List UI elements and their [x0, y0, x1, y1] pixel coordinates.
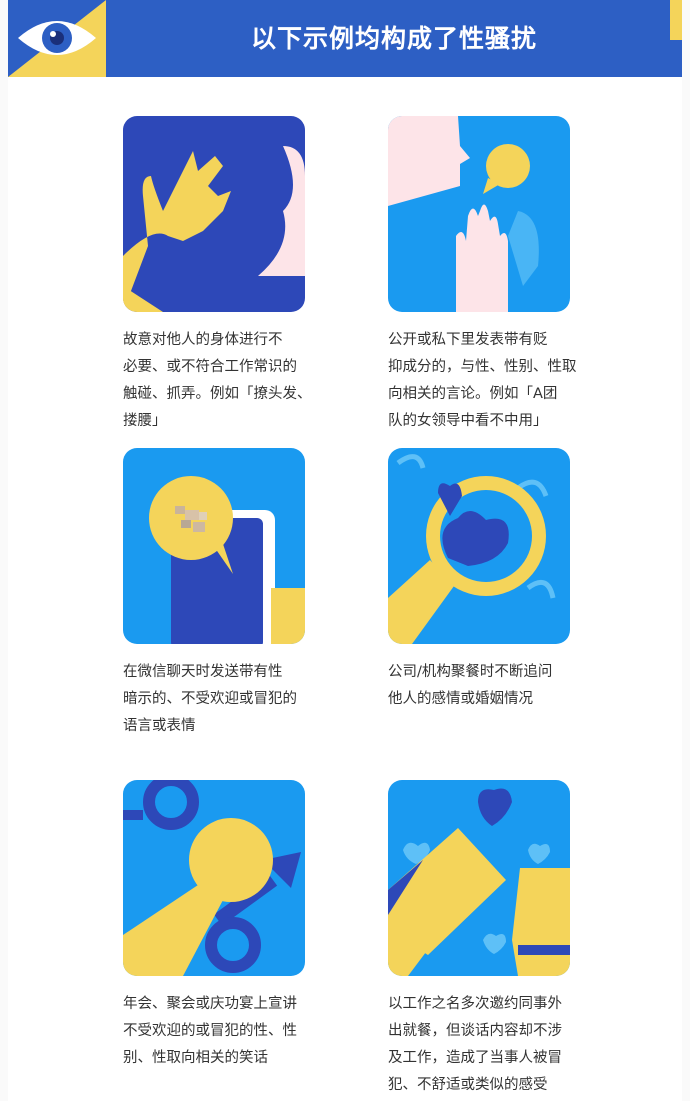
magnifier-heart-icon	[388, 448, 570, 644]
chat-phone-icon	[123, 448, 305, 644]
eye-icon-box	[8, 0, 106, 77]
page-title: 以下示例均构成了性骚扰	[250, 24, 537, 53]
corner-decoration	[670, 0, 682, 40]
magnifier-heart-card	[388, 448, 570, 644]
example-caption-6: 以工作之名多次邀约同事外 出就餐，但谈话内容却不涉 及工作，造成了当事人被冒 犯…	[388, 996, 562, 1093]
speaking-hand-icon	[388, 116, 570, 312]
microphone-gender-icon	[123, 780, 305, 976]
example-caption-1: 故意对他人的身体进行不 必要、或不符合工作常识的 触碰、抓弄。例如「撩头发、 搂…	[123, 332, 312, 429]
chat-phone-card	[123, 448, 305, 644]
example-caption-2: 公开或私下里发表带有贬 抑成分的，与性、性别、性取 向相关的言论。例如「A团 队…	[388, 332, 577, 429]
touching-hand-icon	[123, 116, 305, 312]
microphone-gender-card	[123, 780, 305, 976]
example-caption-5: 年会、聚会或庆功宴上宣讲 不受欢迎的或冒犯的性、性 别、性取向相关的笑话	[123, 996, 297, 1066]
eye-icon	[8, 0, 106, 77]
toast-glasses-icon	[388, 780, 570, 976]
header-banner: 以下示例均构成了性骚扰	[8, 0, 682, 77]
example-caption-3: 在微信聊天时发送带有性 暗示的、不受欢迎或冒犯的 语言或表情	[123, 664, 297, 734]
toast-glasses-card	[388, 780, 570, 976]
example-caption-4: 公司/机构聚餐时不断追问 他人的感情或婚姻情况	[388, 664, 553, 707]
page: 以下示例均构成了性骚扰 故意对他人的身体进行不 必要、或不符合工作常识的 触碰、…	[8, 0, 682, 1101]
speaking-hand-card	[388, 116, 570, 312]
touching-hand-card	[123, 116, 305, 312]
